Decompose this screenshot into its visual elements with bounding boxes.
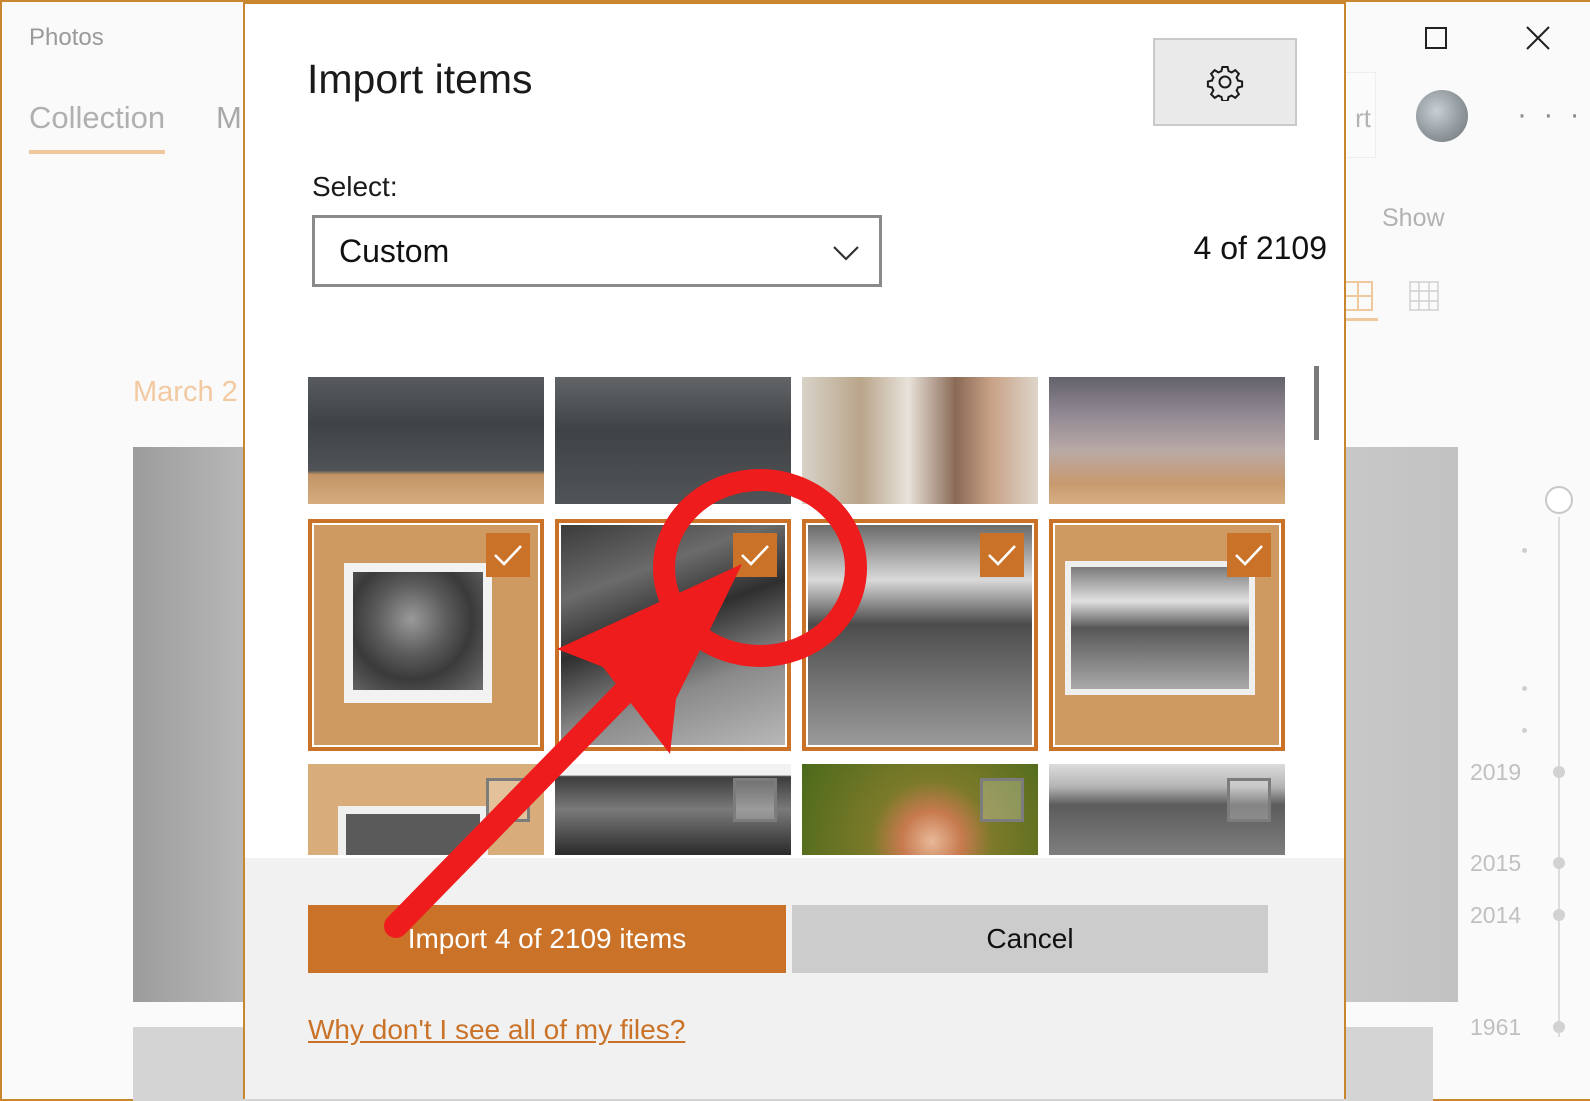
checkmark-icon: [988, 545, 1016, 566]
checkmark-icon: [1235, 545, 1263, 566]
photo-tile[interactable]: [802, 377, 1038, 504]
cancel-button[interactable]: Cancel: [792, 905, 1268, 973]
checkbox-unchecked[interactable]: [1227, 778, 1271, 822]
avatar[interactable]: [1416, 90, 1468, 142]
timeline-year-dot: [1553, 857, 1565, 869]
select-label: Select:: [312, 171, 398, 202]
photo-tile-selected[interactable]: [308, 519, 544, 751]
timeline-dot: [1522, 548, 1527, 553]
timeline-scrubber[interactable]: [1545, 486, 1573, 514]
checkbox-checked[interactable]: [733, 533, 777, 577]
show-filter[interactable]: Show: [1382, 204, 1445, 233]
small-grid-icon[interactable]: [1408, 280, 1440, 312]
photo-tile-selected[interactable]: [555, 519, 791, 751]
timeline-year-dot: [1553, 1021, 1565, 1033]
maximize-icon[interactable]: [1414, 16, 1458, 60]
timeline-year-dot: [1553, 909, 1565, 921]
more-options-icon[interactable]: · · ·: [1517, 98, 1584, 132]
chevron-down-icon: [833, 246, 859, 261]
timeline-dot: [1522, 728, 1527, 733]
selected-count: 4 of 2109: [1193, 230, 1327, 266]
photo-grid[interactable]: [308, 377, 1296, 855]
dialog-title: Import items: [307, 56, 533, 102]
help-link[interactable]: Why don't I see all of my files?: [308, 1014, 685, 1046]
date-heading: March 2: [133, 376, 238, 408]
photo-tile-selected[interactable]: [802, 519, 1038, 751]
photo-tile-selected[interactable]: [1049, 519, 1285, 751]
checkmark-icon: [741, 545, 769, 566]
tab-collection[interactable]: Collection: [29, 100, 166, 154]
tab-memories[interactable]: M: [216, 100, 242, 136]
photo-tile[interactable]: [308, 764, 544, 855]
grid-scrollbar[interactable]: [1314, 366, 1319, 440]
import-dialog: Import items Select: Custom 4 of 2109 Im…: [243, 2, 1346, 1099]
timeline-year[interactable]: 2014: [1470, 902, 1521, 929]
gear-icon: [1206, 66, 1244, 101]
timeline-year[interactable]: 2015: [1470, 850, 1521, 877]
app-title: Photos: [29, 24, 104, 51]
select-dropdown[interactable]: Custom: [312, 215, 882, 287]
checkmark-icon: [494, 545, 522, 566]
timeline-year[interactable]: 1961: [1470, 1014, 1521, 1041]
settings-button[interactable]: [1153, 38, 1297, 126]
checkbox-checked[interactable]: [486, 533, 530, 577]
timeline-dot: [1522, 686, 1527, 691]
photo-tile[interactable]: [802, 764, 1038, 855]
dialog-footer: [245, 858, 1344, 1099]
photo-tile[interactable]: [555, 764, 791, 855]
medium-grid-icon[interactable]: [1342, 280, 1374, 312]
select-value: Custom: [339, 233, 450, 269]
timeline-year-dot: [1553, 766, 1565, 778]
photo-tile[interactable]: [555, 377, 791, 504]
checkbox-unchecked[interactable]: [733, 778, 777, 822]
photo-tile[interactable]: [308, 377, 544, 504]
checkbox-checked[interactable]: [980, 533, 1024, 577]
timeline-year[interactable]: 2019: [1470, 759, 1521, 786]
photo-tile[interactable]: [1049, 764, 1285, 855]
checkbox-unchecked[interactable]: [486, 778, 530, 822]
photo-tile[interactable]: [1049, 377, 1285, 504]
checkbox-checked[interactable]: [1227, 533, 1271, 577]
close-icon[interactable]: [1516, 16, 1560, 60]
checkbox-unchecked[interactable]: [980, 778, 1024, 822]
import-selected-button[interactable]: Import 4 of 2109 items: [308, 905, 786, 973]
